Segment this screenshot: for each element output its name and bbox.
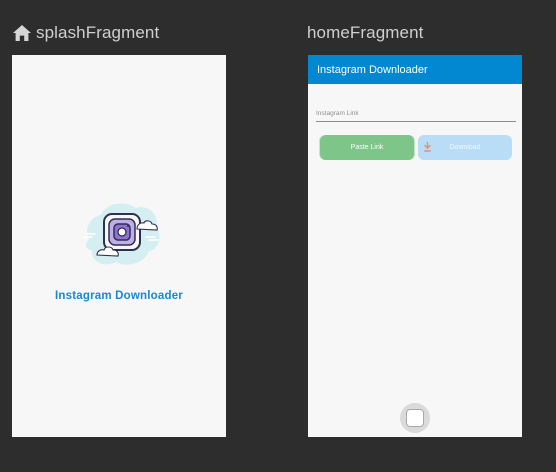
home-button-icon[interactable] [400, 403, 430, 433]
home-fragment-title: homeFragment [307, 23, 424, 42]
home-button-inner [406, 409, 424, 427]
paste-link-label: Paste Link [350, 144, 384, 151]
instagram-link-input[interactable] [316, 105, 516, 122]
app-bar-title: Instagram Downloader [317, 64, 428, 76]
download-label: Download [449, 144, 481, 151]
download-button[interactable]: Download [418, 135, 512, 160]
splash-app-name: Instagram Downloader [55, 290, 183, 302]
home-icon [12, 23, 32, 43]
splash-screen-preview[interactable]: Instagram Downloader [12, 55, 226, 437]
paste-link-button[interactable]: Paste Link [320, 135, 414, 160]
app-bar: Instagram Downloader [308, 55, 522, 84]
navigation-graph-canvas: splashFragment homeFragment Instagram Do… [0, 0, 556, 472]
splash-fragment-label: splashFragment [12, 22, 159, 44]
instagram-illustration [81, 201, 163, 271]
splash-fragment-title: splashFragment [36, 23, 160, 42]
home-screen-preview[interactable]: Instagram Downloader Paste Link Download [308, 55, 522, 437]
